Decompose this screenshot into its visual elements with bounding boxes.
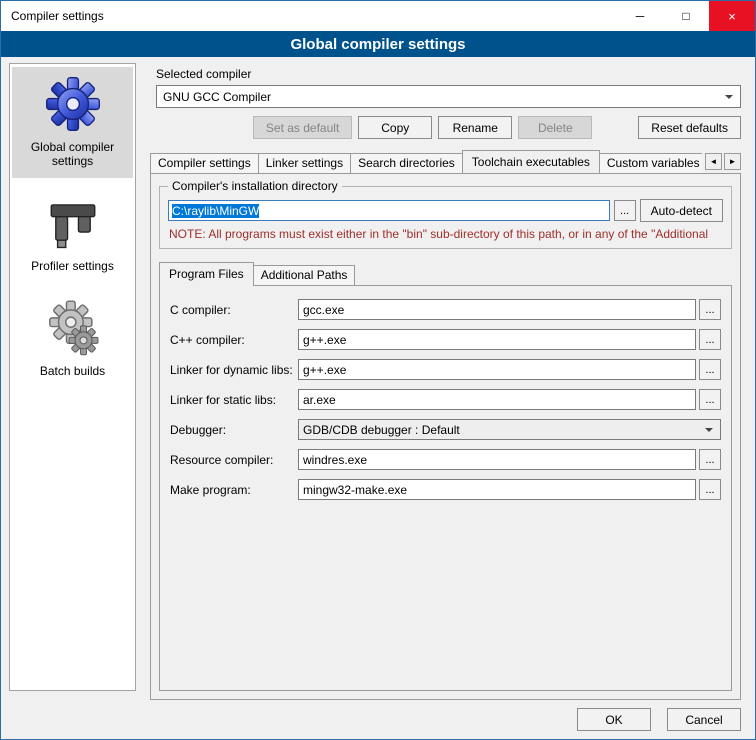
sidebar-item-profiler-settings[interactable]: Profiler settings (12, 186, 133, 283)
sidebar-item-label: Batch builds (40, 364, 105, 378)
tab-additional-paths[interactable]: Additional Paths (253, 265, 356, 285)
program-files-tabstrip: Program Files Additional Paths (159, 261, 732, 285)
delete-button[interactable]: Delete (518, 116, 592, 139)
resource-compiler-input[interactable]: windres.exe (298, 449, 696, 470)
cancel-button[interactable]: Cancel (667, 708, 741, 731)
tab-scroll-right-button[interactable]: ► (724, 153, 741, 170)
dialog-body: Global compiler settings Profiler settin… (1, 57, 755, 739)
installation-directory-row: C:\raylib\MinGW ... Auto-detect (168, 199, 723, 222)
cpp-compiler-input[interactable]: g++.exe (298, 329, 696, 350)
category-sidebar: Global compiler settings Profiler settin… (9, 63, 136, 691)
form-row: Linker for dynamic libs: g++.exe ... (170, 359, 721, 380)
tab-toolchain-executables[interactable]: Toolchain executables (462, 150, 600, 173)
minimize-icon: ─ (636, 9, 645, 23)
maximize-icon: □ (682, 9, 689, 23)
c-compiler-label: C compiler: (170, 303, 298, 317)
make-program-browse-button[interactable]: ... (699, 479, 721, 500)
close-icon: × (728, 9, 736, 24)
sidebar-item-global-compiler-settings[interactable]: Global compiler settings (12, 67, 133, 178)
sidebar-item-label: Profiler settings (31, 259, 114, 273)
tab-scroll-left-button[interactable]: ◄ (705, 153, 722, 170)
make-program-input[interactable]: mingw32-make.exe (298, 479, 696, 500)
make-program-label: Make program: (170, 483, 298, 497)
cpp-compiler-browse-button[interactable]: ... (699, 329, 721, 350)
installation-directory-group: Compiler's installation directory C:\ray… (159, 186, 732, 249)
resource-compiler-label: Resource compiler: (170, 453, 298, 467)
tab-compiler-settings[interactable]: Compiler settings (150, 153, 259, 173)
dynamic-linker-browse-button[interactable]: ... (699, 359, 721, 380)
tab-program-files[interactable]: Program Files (159, 262, 254, 286)
form-row: Make program: mingw32-make.exe ... (170, 479, 721, 500)
form-row: C++ compiler: g++.exe ... (170, 329, 721, 350)
compiler-settings-dialog: Compiler settings ─ □ × Global compiler … (0, 0, 756, 740)
window-title: Compiler settings (1, 1, 617, 31)
debugger-label: Debugger: (170, 423, 298, 437)
reset-defaults-button[interactable]: Reset defaults (638, 116, 741, 139)
installation-directory-legend: Compiler's installation directory (168, 179, 342, 193)
static-linker-label: Linker for static libs: (170, 393, 298, 407)
form-row: Linker for static libs: ar.exe ... (170, 389, 721, 410)
tab-linker-settings[interactable]: Linker settings (258, 153, 351, 173)
settings-tabstrip: Compiler settings Linker settings Search… (150, 149, 741, 173)
chevron-down-icon (705, 428, 713, 436)
installation-directory-input[interactable]: C:\raylib\MinGW (168, 200, 610, 221)
dynamic-linker-input[interactable]: g++.exe (298, 359, 696, 380)
tab-scroll-right-icon: ► (729, 157, 737, 166)
titlebar: Compiler settings ─ □ × (1, 1, 755, 31)
installation-directory-selected-text: C:\raylib\MinGW (172, 204, 259, 218)
compiler-select-value: GNU GCC Compiler (163, 90, 271, 104)
compiler-select[interactable]: GNU GCC Compiler (156, 85, 741, 108)
blue-gear-icon (44, 75, 102, 133)
bin-subdirectory-note: NOTE: All programs must exist either in … (169, 227, 722, 241)
sidebar-item-label: Global compiler settings (14, 140, 131, 168)
tab-scroll-left-icon: ◄ (710, 157, 718, 166)
main-content: Selected compiler GNU GCC Compiler Set a… (146, 63, 747, 700)
form-row: Debugger: GDB/CDB debugger : Default (170, 419, 721, 440)
auto-detect-button[interactable]: Auto-detect (640, 199, 723, 222)
static-linker-browse-button[interactable]: ... (699, 389, 721, 410)
cpp-compiler-label: C++ compiler: (170, 333, 298, 347)
form-row: C compiler: gcc.exe ... (170, 299, 721, 320)
dialog-header: Global compiler settings (1, 31, 755, 57)
installation-directory-browse-button[interactable]: ... (614, 200, 636, 221)
debugger-select-value: GDB/CDB debugger : Default (303, 423, 460, 437)
profiler-tool-icon (44, 194, 102, 252)
sidebar-item-batch-builds[interactable]: Batch builds (12, 291, 133, 388)
set-as-default-button[interactable]: Set as default (253, 116, 352, 139)
dialog-footer: OK Cancel (577, 708, 741, 731)
ok-button[interactable]: OK (577, 708, 651, 731)
gray-gears-icon (44, 299, 102, 357)
tab-search-directories[interactable]: Search directories (350, 153, 463, 173)
selected-compiler-label: Selected compiler (156, 67, 747, 81)
rename-button[interactable]: Rename (438, 116, 512, 139)
debugger-select[interactable]: GDB/CDB debugger : Default (298, 419, 721, 440)
static-linker-input[interactable]: ar.exe (298, 389, 696, 410)
minimize-button[interactable]: ─ (617, 1, 663, 31)
program-files-panel: C compiler: gcc.exe ... C++ compiler: g+… (159, 285, 732, 691)
toolchain-executables-panel: Compiler's installation directory C:\ray… (150, 173, 741, 700)
form-row: Resource compiler: windres.exe ... (170, 449, 721, 470)
compiler-actions: Set as default Copy Rename Delete Reset … (156, 116, 741, 139)
close-button[interactable]: × (709, 1, 755, 31)
tabs-clip: Compiler settings Linker settings Search… (150, 149, 702, 173)
c-compiler-input[interactable]: gcc.exe (298, 299, 696, 320)
maximize-button[interactable]: □ (663, 1, 709, 31)
tab-custom-variables[interactable]: Custom variables (599, 153, 702, 173)
copy-button[interactable]: Copy (358, 116, 432, 139)
resource-compiler-browse-button[interactable]: ... (699, 449, 721, 470)
tab-scroll-arrows: ◄ ► (705, 153, 741, 170)
chevron-down-icon (725, 95, 733, 103)
c-compiler-browse-button[interactable]: ... (699, 299, 721, 320)
dynamic-linker-label: Linker for dynamic libs: (170, 363, 298, 377)
